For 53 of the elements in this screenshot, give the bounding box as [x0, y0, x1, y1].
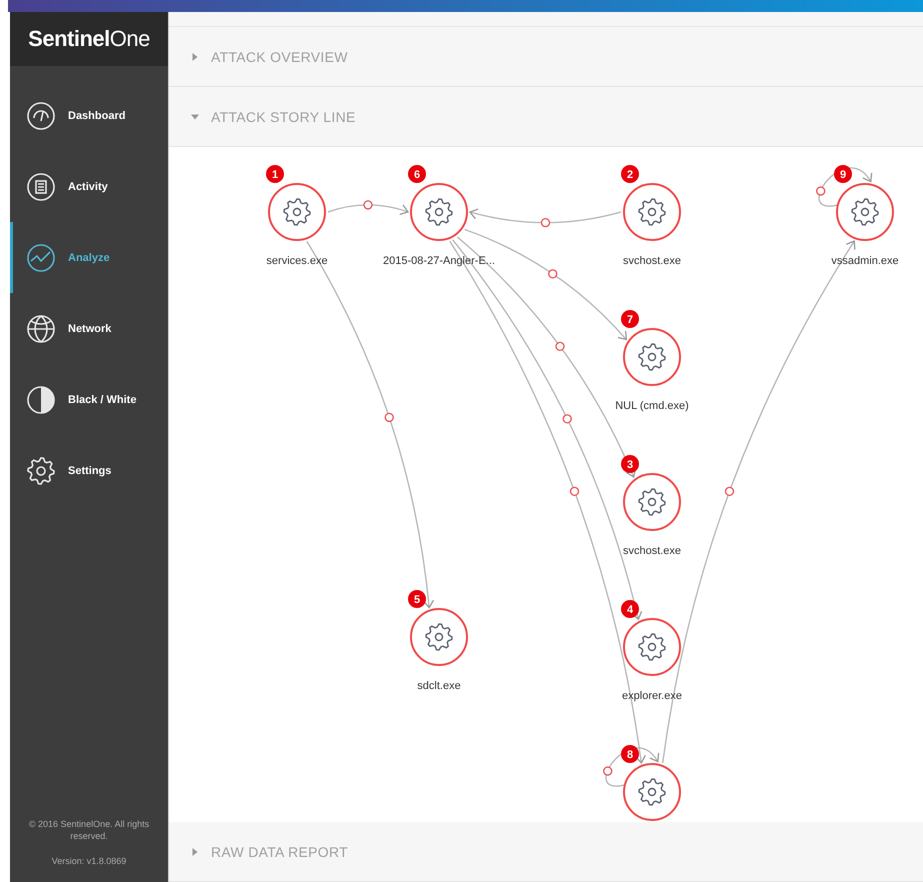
process-name: sdclt.exe [417, 680, 461, 692]
gear-icon [638, 633, 666, 661]
step-badge: 5 [408, 590, 426, 608]
step-badge: 1 [266, 165, 284, 183]
process-name: svchost.exe [622, 545, 682, 557]
settings-icon [26, 456, 56, 486]
caret-icon [191, 112, 199, 120]
contrast-icon [26, 384, 56, 414]
step-badge: 3 [621, 455, 639, 473]
caret-icon [191, 52, 199, 60]
nav-item[interactable]: Dashboard [10, 80, 168, 151]
gauge-icon [26, 100, 56, 130]
process-node[interactable] [836, 183, 894, 241]
gear-icon [283, 198, 311, 226]
nav-item[interactable]: Activity [10, 151, 168, 222]
chart-icon [26, 242, 56, 272]
step-badge: 4 [621, 600, 639, 618]
step-badge: 7 [621, 310, 639, 328]
process-node[interactable] [410, 183, 468, 241]
gear-icon [638, 778, 666, 806]
process-node[interactable] [623, 618, 681, 676]
process-name: NUL (cmd.exe) [615, 400, 689, 412]
process-name: svchost.exe [622, 255, 682, 267]
gear-icon [425, 198, 453, 226]
caret-icon [191, 848, 199, 856]
process-node[interactable] [268, 183, 326, 241]
step-badge: 2 [621, 165, 639, 183]
gear-icon [851, 198, 879, 226]
list-icon [26, 172, 56, 202]
process-name: services.exe [266, 255, 328, 267]
gear-icon [638, 343, 666, 371]
process-name: vssadmin.exe [831, 255, 899, 267]
process-name: explorer.exe [622, 690, 682, 702]
process-node[interactable] [623, 473, 681, 531]
nav-item[interactable]: Settings [10, 435, 168, 506]
gear-icon [425, 623, 453, 651]
step-badge: 8 [621, 745, 639, 763]
process-name: 2015-08-27-Angler-E... [383, 255, 495, 267]
step-badge: 9 [834, 165, 852, 183]
globe-icon [26, 314, 56, 344]
process-node[interactable] [623, 763, 681, 821]
gear-icon [638, 488, 666, 516]
copyright-text: © 2016 SentinelOne. All rights reserved. [28, 818, 150, 842]
gear-icon [638, 198, 666, 226]
process-node[interactable] [410, 608, 468, 666]
nav-item[interactable]: Black / White [10, 364, 168, 435]
nav-item[interactable]: Network [10, 293, 168, 364]
version-text: Version: v1.8.0869 [50, 856, 128, 868]
process-node[interactable] [623, 183, 681, 241]
step-badge: 6 [408, 165, 426, 183]
logo: SentinelOne [10, 12, 168, 66]
edge-arrow [816, 168, 872, 207]
process-node[interactable] [623, 328, 681, 386]
